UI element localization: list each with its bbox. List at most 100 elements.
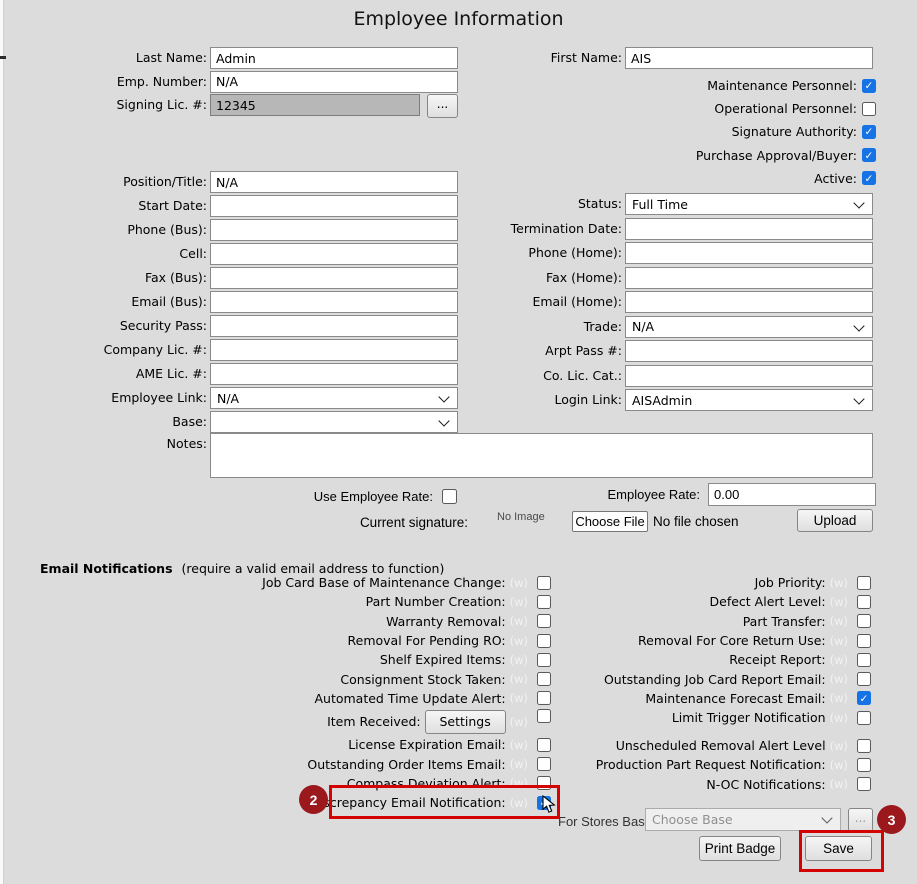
shelf-expired-items-label: Shelf Expired Items: <box>380 652 506 667</box>
step-2-badge: 2 <box>299 785 328 814</box>
maintenance-forecast-checkbox[interactable] <box>857 691 871 705</box>
settings-button[interactable]: Settings <box>425 710 506 734</box>
notification-row: Part Transfer: (w) <box>560 612 871 631</box>
item-received-row: Item Received: Settings (w) <box>0 708 551 735</box>
purchase-approval-checkbox[interactable] <box>862 148 876 162</box>
purchase-approval-label: Purchase Approval/Buyer: <box>696 148 857 163</box>
receipt-report-checkbox[interactable] <box>857 653 871 667</box>
defect-alert-level-checkbox[interactable] <box>857 595 871 609</box>
license-expiration-checkbox[interactable] <box>537 738 551 752</box>
email-home-input[interactable] <box>625 291 873 313</box>
w-tag: (w) <box>510 757 528 771</box>
print-badge-button[interactable]: Print Badge <box>699 836 781 861</box>
login-link-label: Login Link: <box>459 389 622 407</box>
emp-number-label: Emp. Number: <box>0 71 207 89</box>
company-lic-input[interactable] <box>210 339 458 361</box>
co-lic-cat-input[interactable] <box>625 365 873 387</box>
notification-row: Outstanding Job Card Report Email: (w) <box>560 669 871 688</box>
form-row: Signing Lic. #: ... <box>0 94 458 119</box>
fax-bus-input[interactable] <box>210 267 458 289</box>
first-name-input[interactable] <box>625 47 873 69</box>
personnel-checks-block: Maintenance Personnel: Operational Perso… <box>459 74 876 190</box>
removal-pending-ro-checkbox[interactable] <box>537 634 551 648</box>
form-row: Email (Bus): <box>0 291 458 315</box>
position-title-input[interactable] <box>210 171 458 193</box>
choose-file-button[interactable]: Choose File <box>572 511 648 532</box>
use-employee-rate-checkbox[interactable] <box>442 489 457 504</box>
automated-time-update-checkbox[interactable] <box>537 691 551 705</box>
outstanding-order-items-checkbox[interactable] <box>537 757 551 771</box>
notes-textarea[interactable] <box>210 433 873 478</box>
save-button[interactable]: Save <box>805 836 872 861</box>
shelf-expired-items-checkbox[interactable] <box>537 653 551 667</box>
base-select[interactable] <box>210 411 458 433</box>
operational-personnel-checkbox[interactable] <box>862 102 876 116</box>
outstanding-job-card-report-checkbox[interactable] <box>857 672 871 686</box>
arpt-pass-input[interactable] <box>625 340 873 362</box>
receipt-report-label: Receipt Report: <box>729 652 825 667</box>
status-select[interactable]: Full Time <box>625 193 873 215</box>
production-part-request-checkbox[interactable] <box>857 758 871 772</box>
limit-trigger-checkbox[interactable] <box>857 711 871 725</box>
start-date-input[interactable] <box>210 195 458 217</box>
first-name-block: First Name: <box>459 47 873 71</box>
phone-home-input[interactable] <box>625 242 873 264</box>
w-tag: (w) <box>510 634 528 648</box>
form-row: Company Lic. #: <box>0 339 458 363</box>
noc-notifications-checkbox[interactable] <box>857 777 871 791</box>
notifications-left-column: Job Card Base of Maintenance Change: (w)… <box>0 573 551 812</box>
email-home-label: Email (Home): <box>459 291 622 309</box>
license-expiration-label: License Expiration Email: <box>348 737 505 752</box>
step-3-badge: 3 <box>877 805 906 834</box>
email-bus-input[interactable] <box>210 291 458 313</box>
notification-row: Receipt Report: (w) <box>560 650 871 669</box>
form-row: Co. Lic. Cat.: <box>459 365 873 390</box>
notes-label: Notes: <box>0 433 207 451</box>
phone-bus-input[interactable] <box>210 219 458 241</box>
login-link-select[interactable]: AISAdmin <box>625 389 873 411</box>
operational-personnel-label: Operational Personnel: <box>714 101 857 116</box>
job-priority-checkbox[interactable] <box>857 576 871 590</box>
removal-pending-ro-label: Removal For Pending RO: <box>348 633 506 648</box>
active-checkbox[interactable] <box>862 171 876 185</box>
removal-core-return-checkbox[interactable] <box>857 634 871 648</box>
maintenance-personnel-checkbox[interactable] <box>862 79 876 93</box>
trade-select[interactable]: N/A <box>625 316 873 338</box>
consignment-stock-taken-checkbox[interactable] <box>537 672 551 686</box>
cell-input[interactable] <box>210 243 458 265</box>
page-title: Employee Information <box>0 8 917 30</box>
compass-deviation-checkbox[interactable] <box>537 776 551 790</box>
notification-row: Part Number Creation: (w) <box>0 592 551 611</box>
security-pass-label: Security Pass: <box>0 315 207 333</box>
notification-row: Outstanding Order Items Email: (w) <box>0 754 551 773</box>
upload-button[interactable]: Upload <box>797 509 873 532</box>
company-lic-label: Company Lic. #: <box>0 339 207 357</box>
fax-home-label: Fax (Home): <box>459 267 622 285</box>
security-pass-input[interactable] <box>210 315 458 337</box>
form-row: Arpt Pass #: <box>459 340 873 365</box>
signature-row: Current signature: No Image Choose File … <box>0 508 873 536</box>
last-name-input[interactable] <box>210 47 458 69</box>
notification-row: Defect Alert Level: (w) <box>560 592 871 611</box>
employee-link-select[interactable]: N/A <box>210 387 458 409</box>
job-card-base-change-checkbox[interactable] <box>537 576 551 590</box>
employee-rate-input[interactable] <box>708 483 876 506</box>
signature-authority-checkbox[interactable] <box>862 125 876 139</box>
left-top-block: Last Name: Emp. Number: Signing Lic. #: … <box>0 47 458 119</box>
w-tag: (w) <box>830 758 848 772</box>
stores-base-browse-button[interactable]: ... <box>848 808 873 832</box>
item-received-checkbox[interactable] <box>537 709 551 723</box>
termination-date-input[interactable] <box>625 218 873 240</box>
form-row: Security Pass: <box>0 315 458 339</box>
part-transfer-checkbox[interactable] <box>857 614 871 628</box>
warranty-removal-label: Warranty Removal: <box>386 614 506 629</box>
ame-lic-input[interactable] <box>210 363 458 385</box>
fax-home-input[interactable] <box>625 267 873 289</box>
notification-row: License Expiration Email: (w) <box>0 735 551 754</box>
emp-number-input[interactable] <box>210 71 458 93</box>
unscheduled-removal-checkbox[interactable] <box>857 739 871 753</box>
signing-lic-browse-button[interactable]: ... <box>427 94 458 118</box>
part-number-creation-checkbox[interactable] <box>537 595 551 609</box>
email-bus-label: Email (Bus): <box>0 291 207 309</box>
warranty-removal-checkbox[interactable] <box>537 614 551 628</box>
